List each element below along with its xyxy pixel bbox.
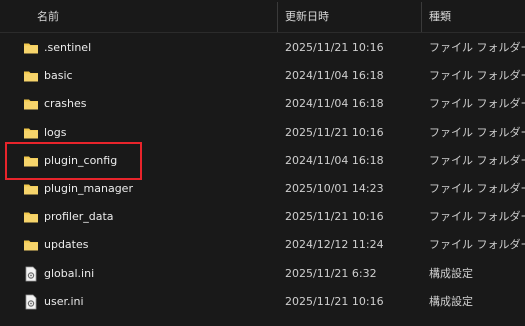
file-type: 構成設定 [429,266,473,280]
column-divider[interactable] [277,2,278,32]
folder-icon [23,68,39,84]
file-modified-date: 2025/11/21 10:16 [285,210,384,224]
file-type: ファイル フォルダー [429,41,525,54]
file-name[interactable]: global.ini [44,260,274,288]
file-type: ファイル フォルダー [429,210,525,224]
column-header-bar: ⌃ 名前 更新日時 種類 [0,0,525,33]
file-name[interactable]: updates [44,231,274,259]
file-modified-date: 2024/11/04 16:18 [285,69,384,83]
file-modified-date: 2024/12/12 11:24 [285,238,384,252]
file-explorer: ⌃ 名前 更新日時 種類 .sentinel 2025/11/21 10:16 ファ… [0,0,525,326]
file-row[interactable]: profiler_data 2025/11/21 10:16 ファイル フォルダー [0,203,525,231]
file-row[interactable]: plugin_manager 2025/10/01 14:23 ファイル フォルダー [0,175,525,203]
column-header-modified[interactable]: 更新日時 [285,0,420,32]
folder-icon [23,181,39,197]
file-list: .sentinel 2025/11/21 10:16 ファイル フォルダー basic… [0,34,525,316]
file-type: ファイル フォルダー [429,97,525,111]
file-modified-date: 2025/11/21 10:16 [285,125,384,139]
file-name[interactable]: plugin_config [44,147,274,175]
file-name[interactable]: profiler_data [44,203,274,231]
folder-icon [23,125,39,141]
file-row[interactable]: updates 2024/12/12 11:24 ファイル フォルダー [0,231,525,259]
file-row[interactable]: user.ini 2025/11/21 10:16 構成設定 [0,288,525,316]
file-modified-date: 2024/11/04 16:18 [285,97,384,111]
file-row[interactable]: crashes 2024/11/04 16:18 ファイル フォルダー [0,90,525,118]
ini-file-icon [23,266,39,282]
file-name[interactable]: plugin_manager [44,175,274,203]
folder-icon [23,96,39,112]
column-header-type[interactable]: 種類 [429,0,525,32]
file-type: ファイル フォルダー [429,153,525,167]
file-row[interactable]: .sentinel 2025/11/21 10:16 ファイル フォルダー [0,34,525,62]
folder-icon [23,237,39,253]
folder-icon [23,209,39,225]
file-modified-date: 2025/11/21 6:32 [285,266,377,280]
file-type: 構成設定 [429,294,473,308]
file-type: ファイル フォルダー [429,181,525,195]
file-row[interactable]: basic 2024/11/04 16:18 ファイル フォルダー [0,62,525,90]
file-row[interactable]: plugin_config 2024/11/04 16:18 ファイル フォルダー [0,147,525,175]
file-row[interactable]: logs 2025/11/21 10:16 ファイル フォルダー [0,119,525,147]
column-header-name[interactable]: 名前 [37,0,275,32]
file-name[interactable]: user.ini [44,288,274,316]
file-type: ファイル フォルダー [429,238,525,252]
file-row[interactable]: global.ini 2025/11/21 6:32 構成設定 [0,260,525,288]
folder-icon [23,40,39,56]
file-type: ファイル フォルダー [429,69,525,83]
folder-icon [23,153,39,169]
file-type: ファイル フォルダー [429,125,525,139]
file-name[interactable]: .sentinel [44,34,274,62]
ini-file-icon [23,294,39,310]
file-modified-date: 2025/11/21 10:16 [285,294,384,308]
column-divider[interactable] [421,2,422,32]
file-modified-date: 2025/11/21 10:16 [285,41,384,54]
file-name[interactable]: crashes [44,90,274,118]
file-name[interactable]: basic [44,62,274,90]
file-modified-date: 2025/10/01 14:23 [285,181,384,195]
file-modified-date: 2024/11/04 16:18 [285,153,384,167]
file-name[interactable]: logs [44,119,274,147]
